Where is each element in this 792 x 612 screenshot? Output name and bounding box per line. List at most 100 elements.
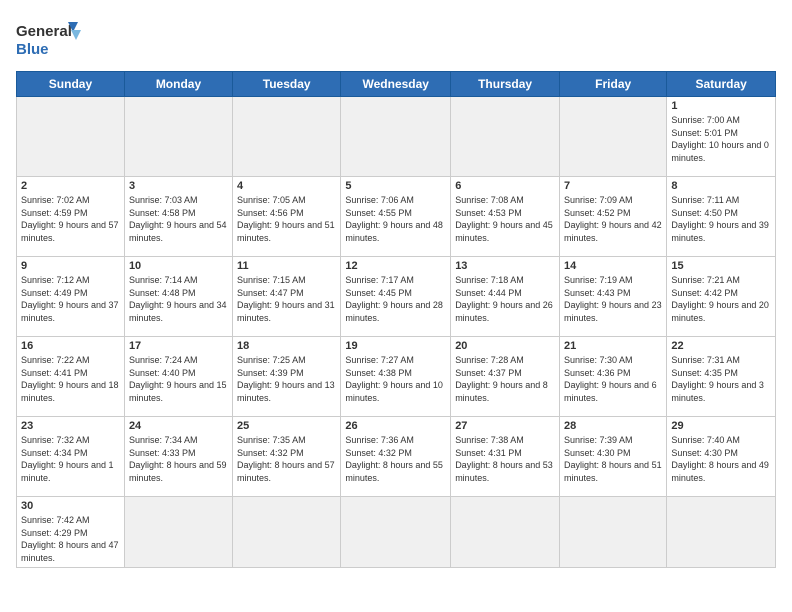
calendar-cell: 13 Sunrise: 7:18 AM Sunset: 4:44 PM Dayli… <box>451 257 560 337</box>
day-number: 22 <box>671 340 771 352</box>
day-info: Sunrise: 7:31 AM Sunset: 4:35 PM Dayligh… <box>671 354 771 404</box>
day-info: Sunrise: 7:09 AM Sunset: 4:52 PM Dayligh… <box>564 194 662 244</box>
day-info: Sunrise: 7:42 AM Sunset: 4:29 PM Dayligh… <box>21 514 120 564</box>
calendar-cell: 30 Sunrise: 7:42 AM Sunset: 4:29 PM Dayli… <box>17 497 125 568</box>
day-info: Sunrise: 7:05 AM Sunset: 4:56 PM Dayligh… <box>237 194 336 244</box>
day-info: Sunrise: 7:21 AM Sunset: 4:42 PM Dayligh… <box>671 274 771 324</box>
calendar-cell <box>667 497 776 568</box>
calendar-cell <box>233 497 341 568</box>
weekday-header-wednesday: Wednesday <box>341 72 451 97</box>
weekday-header-tuesday: Tuesday <box>233 72 341 97</box>
calendar-week-2: 2 Sunrise: 7:02 AM Sunset: 4:59 PM Daylig… <box>17 177 776 257</box>
day-number: 8 <box>671 180 771 192</box>
calendar-cell: 27 Sunrise: 7:38 AM Sunset: 4:31 PM Dayli… <box>451 417 560 497</box>
day-info: Sunrise: 7:11 AM Sunset: 4:50 PM Dayligh… <box>671 194 771 244</box>
svg-text:General: General <box>16 23 72 40</box>
calendar-cell <box>560 497 667 568</box>
calendar-cell: 20 Sunrise: 7:28 AM Sunset: 4:37 PM Dayli… <box>451 337 560 417</box>
day-info: Sunrise: 7:02 AM Sunset: 4:59 PM Dayligh… <box>21 194 120 244</box>
day-info: Sunrise: 7:03 AM Sunset: 4:58 PM Dayligh… <box>129 194 228 244</box>
day-info: Sunrise: 7:28 AM Sunset: 4:37 PM Dayligh… <box>455 354 555 404</box>
day-number: 16 <box>21 340 120 352</box>
day-info: Sunrise: 7:08 AM Sunset: 4:53 PM Dayligh… <box>455 194 555 244</box>
calendar-cell: 2 Sunrise: 7:02 AM Sunset: 4:59 PM Daylig… <box>17 177 125 257</box>
svg-text:Blue: Blue <box>16 41 49 58</box>
day-number: 10 <box>129 260 228 272</box>
day-info: Sunrise: 7:38 AM Sunset: 4:31 PM Dayligh… <box>455 434 555 484</box>
calendar-cell: 5Sunrise: 7:06 AM Sunset: 4:55 PM Daylig… <box>341 177 451 257</box>
calendar-cell: 16Sunrise: 7:22 AM Sunset: 4:41 PM Dayli… <box>17 337 125 417</box>
calendar-cell: 22 Sunrise: 7:31 AM Sunset: 4:35 PM Dayli… <box>667 337 776 417</box>
calendar-cell: 11Sunrise: 7:15 AM Sunset: 4:47 PM Dayli… <box>233 257 341 337</box>
day-info: Sunrise: 7:18 AM Sunset: 4:44 PM Dayligh… <box>455 274 555 324</box>
day-number: 20 <box>455 340 555 352</box>
day-number: 27 <box>455 420 555 432</box>
logo: General Blue <box>16 16 86 61</box>
calendar-week-5: 23 Sunrise: 7:32 AM Sunset: 4:34 PM Dayli… <box>17 417 776 497</box>
day-number: 4 <box>237 180 336 192</box>
day-info: Sunrise: 7:32 AM Sunset: 4:34 PM Dayligh… <box>21 434 120 484</box>
day-info: Sunrise: 7:24 AM Sunset: 4:40 PM Dayligh… <box>129 354 228 404</box>
calendar-cell <box>560 97 667 177</box>
day-info: Sunrise: 7:25 AM Sunset: 4:39 PM Dayligh… <box>237 354 336 404</box>
day-number: 6 <box>455 180 555 192</box>
day-number: 12 <box>345 260 446 272</box>
calendar-week-3: 9 Sunrise: 7:12 AM Sunset: 4:49 PM Daylig… <box>17 257 776 337</box>
day-number: 26 <box>345 420 446 432</box>
calendar-cell: 25 Sunrise: 7:35 AM Sunset: 4:32 PM Dayli… <box>233 417 341 497</box>
day-info: Sunrise: 7:30 AM Sunset: 4:36 PM Dayligh… <box>564 354 662 404</box>
day-info: Sunrise: 7:00 AM Sunset: 5:01 PM Dayligh… <box>671 114 771 164</box>
day-number: 9 <box>21 260 120 272</box>
calendar-cell: 1 Sunrise: 7:00 AM Sunset: 5:01 PM Daylig… <box>667 97 776 177</box>
day-number: 25 <box>237 420 336 432</box>
calendar-cell: 9 Sunrise: 7:12 AM Sunset: 4:49 PM Daylig… <box>17 257 125 337</box>
weekday-header-row: SundayMondayTuesdayWednesdayThursdayFrid… <box>17 72 776 97</box>
day-info: Sunrise: 7:14 AM Sunset: 4:48 PM Dayligh… <box>129 274 228 324</box>
day-info: Sunrise: 7:36 AM Sunset: 4:32 PM Dayligh… <box>345 434 446 484</box>
day-number: 2 <box>21 180 120 192</box>
day-number: 13 <box>455 260 555 272</box>
calendar-cell <box>451 497 560 568</box>
day-number: 28 <box>564 420 662 432</box>
day-number: 18 <box>237 340 336 352</box>
day-info: Sunrise: 7:27 AM Sunset: 4:38 PM Dayligh… <box>345 354 446 404</box>
calendar-cell: 4 Sunrise: 7:05 AM Sunset: 4:56 PM Daylig… <box>233 177 341 257</box>
calendar-cell: 28 Sunrise: 7:39 AM Sunset: 4:30 PM Dayli… <box>560 417 667 497</box>
calendar-cell: 18 Sunrise: 7:25 AM Sunset: 4:39 PM Dayli… <box>233 337 341 417</box>
day-info: Sunrise: 7:40 AM Sunset: 4:30 PM Dayligh… <box>671 434 771 484</box>
calendar-cell: 7Sunrise: 7:09 AM Sunset: 4:52 PM Daylig… <box>560 177 667 257</box>
weekday-header-monday: Monday <box>124 72 232 97</box>
calendar-cell: 3Sunrise: 7:03 AM Sunset: 4:58 PM Daylig… <box>124 177 232 257</box>
calendar-cell: 19 Sunrise: 7:27 AM Sunset: 4:38 PM Dayli… <box>341 337 451 417</box>
day-number: 11 <box>237 260 336 272</box>
calendar-cell: 15 Sunrise: 7:21 AM Sunset: 4:42 PM Dayli… <box>667 257 776 337</box>
calendar-cell: 8 Sunrise: 7:11 AM Sunset: 4:50 PM Daylig… <box>667 177 776 257</box>
calendar-cell <box>451 97 560 177</box>
day-info: Sunrise: 7:39 AM Sunset: 4:30 PM Dayligh… <box>564 434 662 484</box>
calendar-cell <box>124 497 232 568</box>
calendar-cell <box>341 497 451 568</box>
day-number: 29 <box>671 420 771 432</box>
day-info: Sunrise: 7:12 AM Sunset: 4:49 PM Dayligh… <box>21 274 120 324</box>
calendar-cell: 21Sunrise: 7:30 AM Sunset: 4:36 PM Dayli… <box>560 337 667 417</box>
calendar-week-4: 16Sunrise: 7:22 AM Sunset: 4:41 PM Dayli… <box>17 337 776 417</box>
calendar-cell: 17Sunrise: 7:24 AM Sunset: 4:40 PM Dayli… <box>124 337 232 417</box>
day-info: Sunrise: 7:35 AM Sunset: 4:32 PM Dayligh… <box>237 434 336 484</box>
weekday-header-sunday: Sunday <box>17 72 125 97</box>
calendar-week-6: 30 Sunrise: 7:42 AM Sunset: 4:29 PM Dayli… <box>17 497 776 568</box>
day-number: 23 <box>21 420 120 432</box>
calendar-cell: 29 Sunrise: 7:40 AM Sunset: 4:30 PM Dayli… <box>667 417 776 497</box>
day-number: 1 <box>671 100 771 112</box>
day-number: 19 <box>345 340 446 352</box>
calendar-cell <box>233 97 341 177</box>
day-number: 5 <box>345 180 446 192</box>
calendar-cell <box>341 97 451 177</box>
day-number: 15 <box>671 260 771 272</box>
calendar-cell: 26 Sunrise: 7:36 AM Sunset: 4:32 PM Dayli… <box>341 417 451 497</box>
day-number: 30 <box>21 500 120 512</box>
calendar-cell: 10 Sunrise: 7:14 AM Sunset: 4:48 PM Dayli… <box>124 257 232 337</box>
day-number: 14 <box>564 260 662 272</box>
calendar-cell: 12Sunrise: 7:17 AM Sunset: 4:45 PM Dayli… <box>341 257 451 337</box>
calendar-week-1: 1 Sunrise: 7:00 AM Sunset: 5:01 PM Daylig… <box>17 97 776 177</box>
calendar-cell <box>124 97 232 177</box>
